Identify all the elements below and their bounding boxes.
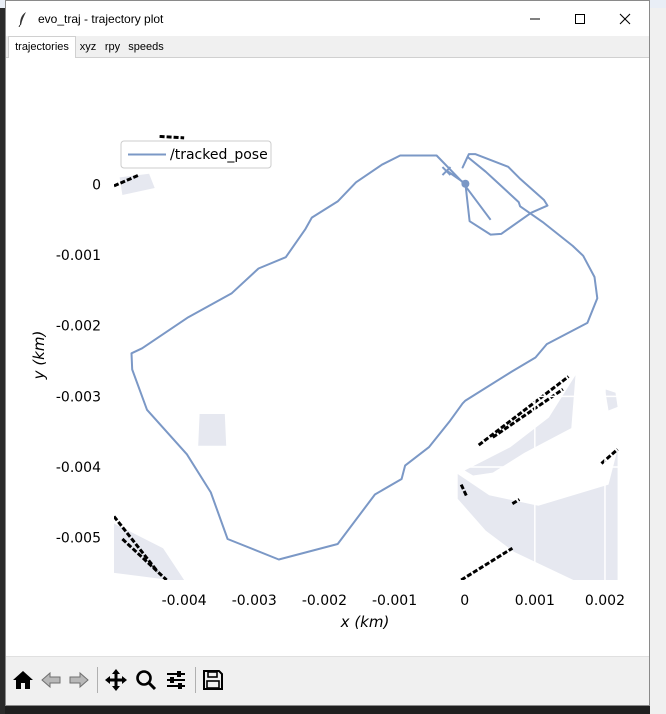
- y-ticks: 0 -0.001 -0.002 -0.003 -0.004 -0.005: [56, 177, 101, 546]
- tab-rpy[interactable]: rpy: [100, 38, 125, 58]
- x-tick-label: -0.001: [372, 593, 417, 609]
- forward-icon: [69, 671, 89, 689]
- map-occupied-segment: [460, 546, 514, 580]
- save-button[interactable]: [200, 667, 226, 693]
- trajectory-line: [130, 153, 599, 561]
- y-axis-label: y (km): [30, 331, 48, 381]
- y-tick-label: -0.001: [56, 248, 101, 264]
- map-occupied-segment: [159, 135, 185, 140]
- home-button[interactable]: [10, 667, 36, 693]
- toolbar-separator: [195, 667, 196, 693]
- map-free-region: [198, 414, 227, 446]
- x-tick-label: 0: [460, 593, 469, 609]
- plot-area[interactable]: -0.004 -0.003 -0.002 -0.001 0 0.001 0.002 0 -0.…: [6, 58, 649, 656]
- window-title: evo_traj - trajectory plot: [38, 11, 164, 26]
- y-tick-label: -0.004: [56, 460, 101, 476]
- y-tick-label: -0.005: [56, 531, 101, 547]
- x-tick-label: 0.001: [515, 593, 555, 609]
- y-tick-label: 0: [92, 177, 101, 193]
- tab-xyz[interactable]: xyz: [76, 38, 100, 58]
- x-tick-label: -0.004: [162, 593, 207, 609]
- x-axis-label: x (km): [340, 613, 390, 631]
- pan-button[interactable]: [103, 667, 129, 693]
- y-tick-label: -0.002: [56, 319, 101, 335]
- map-overlay: [114, 135, 619, 580]
- series-layer: [130, 153, 599, 561]
- tab-trajectories[interactable]: trajectories: [8, 36, 76, 58]
- trajectory-start-marker: [461, 179, 470, 188]
- y-tick-label: -0.003: [56, 389, 101, 405]
- x-ticks: -0.004 -0.003 -0.002 -0.001 0 0.001 0.002: [162, 593, 625, 609]
- plot-window: evo_traj - trajectory plot trajectories …: [5, 0, 650, 706]
- maximize-button[interactable]: [557, 1, 603, 36]
- map-free-region: [605, 389, 618, 411]
- pan-icon: [105, 669, 127, 691]
- background-app-right: [650, 8, 666, 714]
- legend-label: /tracked_pose: [170, 147, 268, 163]
- maximize-icon: [575, 13, 585, 24]
- configure-subplots-icon: [167, 671, 185, 689]
- home-icon: [13, 671, 33, 689]
- save-icon: [203, 670, 223, 690]
- zoom-button[interactable]: [133, 667, 159, 693]
- x-tick-label: -0.003: [232, 593, 277, 609]
- configure-subplots-button[interactable]: [163, 667, 189, 693]
- minimize-icon: [530, 18, 540, 19]
- trajectory-chart[interactable]: -0.004 -0.003 -0.002 -0.001 0 0.001 0.002 0-0.…: [6, 58, 649, 656]
- zoom-icon: [136, 670, 157, 691]
- title-bar[interactable]: evo_traj - trajectory plot: [6, 1, 649, 36]
- toolbar-separator: [97, 667, 98, 693]
- tab-bar: trajectories xyz rpy speeds: [6, 36, 649, 58]
- forward-button[interactable]: [66, 667, 92, 693]
- navigation-toolbar: [6, 656, 649, 705]
- legend: /tracked_pose: [120, 140, 272, 169]
- back-button[interactable]: [38, 667, 64, 693]
- feather-icon: [14, 10, 32, 28]
- x-tick-label: -0.002: [302, 593, 347, 609]
- back-icon: [41, 671, 61, 689]
- close-button[interactable]: [602, 1, 648, 36]
- x-tick-label: 0.002: [585, 593, 625, 609]
- tab-speeds[interactable]: speeds: [125, 38, 167, 58]
- close-icon: [619, 13, 631, 24]
- minimize-button[interactable]: [512, 1, 558, 36]
